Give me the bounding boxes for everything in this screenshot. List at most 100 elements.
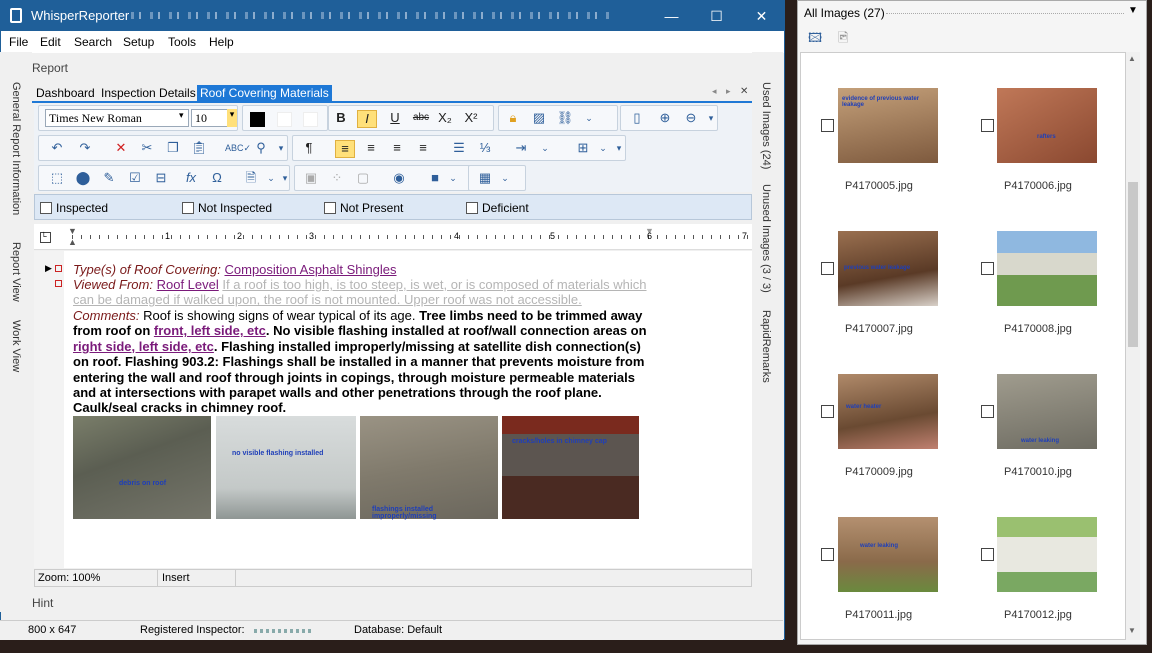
frame-icon[interactable]: ▢ [353, 170, 373, 186]
indent-marker-icon[interactable]: ▲ [68, 237, 77, 247]
new-doc-icon[interactable]: 🗎︎ [241, 170, 261, 186]
select-icon[interactable]: ⬚ [47, 170, 67, 186]
image-thumbnail[interactable] [997, 231, 1097, 306]
menu-setup[interactable]: Setup [123, 35, 154, 49]
find-icon[interactable]: ⚲ [251, 140, 271, 156]
paragraph-more-icon[interactable]: ▾ [609, 140, 629, 156]
align-center-icon[interactable]: ≡ [361, 140, 381, 156]
camera-icon[interactable]: ◉ [389, 170, 409, 186]
menu-edit[interactable]: Edit [40, 35, 61, 49]
scroll-thumb[interactable] [1128, 182, 1138, 347]
side-tab-work-view[interactable]: Work View [10, 320, 22, 372]
italic-icon[interactable]: I [357, 110, 377, 128]
checkbox-box[interactable] [182, 202, 194, 214]
pattern-icon[interactable]: ▨ [529, 110, 549, 126]
numbering-icon[interactable]: ⅓ [475, 140, 495, 156]
tab-inspection-details[interactable]: Inspection Details [98, 85, 199, 102]
image-icon[interactable]: ▣ [301, 170, 321, 186]
align-right-icon[interactable]: ≡ [413, 140, 433, 156]
underline-icon[interactable]: U [385, 110, 405, 126]
align-justify-icon[interactable]: ≡ [387, 140, 407, 156]
checkbox-box[interactable] [324, 202, 336, 214]
image-thumbnail[interactable]: rafters [997, 88, 1097, 163]
video-icon[interactable]: ■ [425, 170, 445, 186]
undo-icon[interactable]: ↶ [47, 140, 67, 156]
indent-dropdown-icon[interactable]: ⌄ [535, 140, 555, 156]
image-checkbox[interactable] [981, 262, 994, 275]
redo-icon[interactable]: ↷ [75, 140, 95, 156]
video-dropdown-icon[interactable]: ⌄ [443, 170, 463, 186]
checkbox-icon[interactable]: ☑ [125, 170, 145, 186]
page-icon[interactable]: ▯ [627, 110, 647, 126]
minimize-button[interactable]: — [649, 1, 694, 31]
formula-icon[interactable]: fx [181, 170, 201, 186]
image-checkbox[interactable] [981, 405, 994, 418]
comment-flashing-link[interactable]: right side, left side, etc [73, 339, 214, 354]
maximize-button[interactable]: ☐ [694, 1, 739, 31]
image-checkbox[interactable] [821, 119, 834, 132]
bullets-icon[interactable]: ☰ [449, 140, 469, 156]
superscript-icon[interactable]: X² [461, 110, 481, 126]
deficient-checkbox[interactable]: Deficient [466, 201, 529, 215]
scroll-down-icon[interactable]: ▼ [1128, 626, 1136, 635]
spellcheck-icon[interactable]: ABC✓ [225, 140, 251, 156]
table-icon[interactable]: ⊞ [573, 140, 593, 156]
cut-icon[interactable]: ✂ [137, 140, 157, 156]
photo-flashing[interactable]: no visible flashing installed [216, 416, 356, 519]
viewed-value-link[interactable]: Roof Level [157, 277, 219, 292]
grid-dropdown-icon[interactable]: ⌄ [495, 170, 515, 186]
tab-stop-icon[interactable]: └ [40, 232, 51, 243]
not-present-checkbox[interactable]: Not Present [324, 201, 403, 215]
not-inspected-checkbox[interactable]: Not Inspected [182, 201, 272, 215]
checkbox-box[interactable] [40, 202, 52, 214]
tab-dashboard[interactable]: Dashboard [33, 85, 98, 102]
image-checkbox[interactable] [821, 405, 834, 418]
image-checkbox[interactable] [981, 119, 994, 132]
image-checkbox[interactable] [981, 548, 994, 561]
image-info-icon[interactable]: 🖻︎ [838, 29, 848, 51]
lock-icon[interactable]: 🔒︎ [503, 110, 523, 126]
copy-icon[interactable]: ❐ [163, 140, 183, 156]
insert-more-icon[interactable]: ▾ [275, 170, 295, 186]
highlight-color-icon[interactable] [277, 112, 292, 127]
side-tab-rapidremarks[interactable]: RapidRemarks [760, 310, 772, 383]
bold-icon[interactable]: B [331, 110, 351, 126]
menu-search[interactable]: Search [74, 35, 112, 49]
menu-file[interactable]: File [9, 35, 28, 49]
indent-icon[interactable]: ⇥ [511, 140, 531, 156]
image-settings-icon[interactable]: 🖾︎ [808, 29, 822, 51]
image-thumbnail[interactable]: water leaking [997, 374, 1097, 449]
edit-field-icon[interactable]: ✎ [99, 170, 119, 186]
photo-debris[interactable]: debris on roof [73, 416, 211, 519]
side-tab-report-view[interactable]: Report View [10, 242, 22, 302]
inspected-checkbox[interactable]: Inspected [40, 201, 108, 215]
indent-marker-icon[interactable]: ▼ [68, 226, 77, 236]
image-thumbnail[interactable]: previous water leakage [838, 231, 938, 306]
close-button[interactable]: ✕ [739, 1, 784, 31]
delete-icon[interactable]: ✕ [111, 140, 131, 156]
dots-icon[interactable]: ⁘ [327, 170, 347, 186]
title-bar[interactable]: WhisperReporter — ☐ ✕ [1, 1, 784, 31]
tab-roof-covering[interactable]: Roof Covering Materials [197, 85, 332, 102]
location-icon[interactable]: ⬤ [73, 170, 93, 186]
symbol-icon[interactable]: Ω [207, 170, 227, 186]
image-checkbox[interactable] [821, 262, 834, 275]
strikethrough-icon[interactable]: abc [411, 110, 431, 126]
tab-scroll-right-icon[interactable]: ▸ [726, 86, 731, 97]
zoom-in-icon[interactable]: ⊕ [655, 110, 675, 126]
image-thumbnail[interactable]: evidence of previous water leakage [838, 88, 938, 163]
close-tab-icon[interactable]: ✕ [740, 86, 748, 97]
link-dropdown-icon[interactable]: ⌄ [579, 110, 599, 126]
photo-satellite[interactable]: flashings installed improperly/missing [360, 416, 498, 520]
image-thumbnail[interactable] [997, 517, 1097, 592]
photo-chimney[interactable]: cracks/holes in chimney cap [502, 416, 639, 519]
menu-tools[interactable]: Tools [168, 35, 196, 49]
background-color-icon[interactable] [303, 112, 318, 127]
link-icon[interactable]: ⛓ [555, 110, 575, 126]
form-icon[interactable]: ⊟ [151, 170, 171, 186]
panel-menu-icon[interactable]: ▼ [1128, 5, 1138, 16]
size-dropdown-icon[interactable]: ▾ [227, 109, 237, 127]
type-value-link[interactable]: Composition Asphalt Shingles [225, 262, 397, 277]
ruler[interactable]: └ ▼ ▲ ▼ 1 2 3 4 5 6 7 [34, 224, 752, 250]
edit-dropdown-icon[interactable]: ▾ [271, 140, 291, 156]
